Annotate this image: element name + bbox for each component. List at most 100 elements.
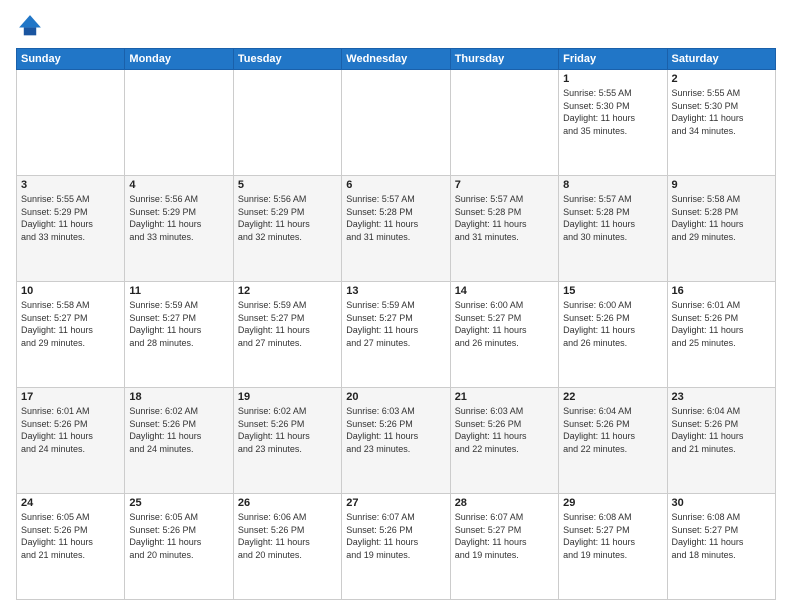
calendar-cell: 3Sunrise: 5:55 AM Sunset: 5:29 PM Daylig… [17, 176, 125, 282]
day-info: Sunrise: 5:55 AM Sunset: 5:30 PM Dayligh… [563, 87, 662, 137]
day-number: 13 [346, 285, 445, 297]
day-info: Sunrise: 5:57 AM Sunset: 5:28 PM Dayligh… [346, 193, 445, 243]
calendar-cell: 12 Sunrise: 5:59 AM Sunset: 5:27 PM Dayli… [233, 282, 341, 388]
day-number: 20 [346, 391, 445, 403]
calendar-cell: 28 Sunrise: 6:07 AM Sunset: 5:27 PM Dayli… [450, 494, 558, 600]
day-number: 19 [238, 391, 337, 403]
calendar-header-row: SundayMondayTuesdayWednesdayThursdayFrid… [17, 49, 776, 70]
calendar-cell: 26 Sunrise: 6:06 AM Sunset: 5:26 PM Dayli… [233, 494, 341, 600]
day-number: 12 [238, 285, 337, 297]
calendar-cell: 14 Sunrise: 6:00 AM Sunset: 5:27 PM Dayli… [450, 282, 558, 388]
weekday-header: Tuesday [233, 49, 341, 70]
day-info: Sunrise: 6:02 AM Sunset: 5:26 PM Dayligh… [129, 405, 228, 455]
calendar-week-row: 17 Sunrise: 6:01 AM Sunset: 5:26 PM Dayli… [17, 388, 776, 494]
calendar-week-row: 3Sunrise: 5:55 AM Sunset: 5:29 PM Daylig… [17, 176, 776, 282]
logo-icon [16, 12, 44, 40]
calendar-cell: 21 Sunrise: 6:03 AM Sunset: 5:26 PM Dayli… [450, 388, 558, 494]
calendar-cell: 20 Sunrise: 6:03 AM Sunset: 5:26 PM Dayli… [342, 388, 450, 494]
day-number: 27 [346, 497, 445, 509]
calendar-table: SundayMondayTuesdayWednesdayThursdayFrid… [16, 48, 776, 600]
calendar-cell: 30 Sunrise: 6:08 AM Sunset: 5:27 PM Dayli… [667, 494, 775, 600]
day-number: 29 [563, 497, 662, 509]
day-info: Sunrise: 5:57 AM Sunset: 5:28 PM Dayligh… [455, 193, 554, 243]
day-number: 9 [672, 179, 771, 191]
day-number: 10 [21, 285, 120, 297]
day-info: Sunrise: 6:00 AM Sunset: 5:27 PM Dayligh… [455, 299, 554, 349]
day-info: Sunrise: 6:03 AM Sunset: 5:26 PM Dayligh… [346, 405, 445, 455]
calendar-cell: 16Sunrise: 6:01 AM Sunset: 5:26 PM Dayli… [667, 282, 775, 388]
day-info: Sunrise: 5:59 AM Sunset: 5:27 PM Dayligh… [129, 299, 228, 349]
calendar-week-row: 10 Sunrise: 5:58 AM Sunset: 5:27 PM Dayli… [17, 282, 776, 388]
day-number: 2 [672, 73, 771, 85]
day-number: 28 [455, 497, 554, 509]
calendar-cell: 24 Sunrise: 6:05 AM Sunset: 5:26 PM Dayli… [17, 494, 125, 600]
day-info: Sunrise: 5:58 AM Sunset: 5:27 PM Dayligh… [21, 299, 120, 349]
day-info: Sunrise: 6:05 AM Sunset: 5:26 PM Dayligh… [21, 511, 120, 561]
calendar-cell: 17 Sunrise: 6:01 AM Sunset: 5:26 PM Dayli… [17, 388, 125, 494]
day-number: 22 [563, 391, 662, 403]
calendar-cell [125, 70, 233, 176]
day-number: 16 [672, 285, 771, 297]
calendar-cell: 5Sunrise: 5:56 AM Sunset: 5:29 PM Daylig… [233, 176, 341, 282]
page: SundayMondayTuesdayWednesdayThursdayFrid… [0, 0, 792, 612]
calendar-cell: 9 Sunrise: 5:58 AM Sunset: 5:28 PM Daylig… [667, 176, 775, 282]
weekday-header: Wednesday [342, 49, 450, 70]
day-number: 30 [672, 497, 771, 509]
weekday-header: Saturday [667, 49, 775, 70]
calendar-cell: 23 Sunrise: 6:04 AM Sunset: 5:26 PM Dayli… [667, 388, 775, 494]
day-info: Sunrise: 5:56 AM Sunset: 5:29 PM Dayligh… [238, 193, 337, 243]
calendar-cell: 27 Sunrise: 6:07 AM Sunset: 5:26 PM Dayli… [342, 494, 450, 600]
day-info: Sunrise: 5:55 AM Sunset: 5:30 PM Dayligh… [672, 87, 771, 137]
day-info: Sunrise: 6:08 AM Sunset: 5:27 PM Dayligh… [672, 511, 771, 561]
day-info: Sunrise: 5:56 AM Sunset: 5:29 PM Dayligh… [129, 193, 228, 243]
calendar-cell: 25 Sunrise: 6:05 AM Sunset: 5:26 PM Dayli… [125, 494, 233, 600]
day-number: 14 [455, 285, 554, 297]
calendar-cell: 1 Sunrise: 5:55 AM Sunset: 5:30 PM Daylig… [559, 70, 667, 176]
day-number: 25 [129, 497, 228, 509]
calendar-cell [450, 70, 558, 176]
day-number: 4 [129, 179, 228, 191]
day-info: Sunrise: 6:05 AM Sunset: 5:26 PM Dayligh… [129, 511, 228, 561]
calendar-cell: 22 Sunrise: 6:04 AM Sunset: 5:26 PM Dayli… [559, 388, 667, 494]
day-number: 21 [455, 391, 554, 403]
day-number: 3 [21, 179, 120, 191]
weekday-header: Monday [125, 49, 233, 70]
calendar-cell: 13 Sunrise: 5:59 AM Sunset: 5:27 PM Dayli… [342, 282, 450, 388]
calendar-cell: 19Sunrise: 6:02 AM Sunset: 5:26 PM Dayli… [233, 388, 341, 494]
day-info: Sunrise: 6:07 AM Sunset: 5:26 PM Dayligh… [346, 511, 445, 561]
weekday-header: Thursday [450, 49, 558, 70]
calendar-cell [233, 70, 341, 176]
day-number: 7 [455, 179, 554, 191]
header [16, 12, 776, 40]
calendar-cell: 7 Sunrise: 5:57 AM Sunset: 5:28 PM Daylig… [450, 176, 558, 282]
day-info: Sunrise: 5:59 AM Sunset: 5:27 PM Dayligh… [238, 299, 337, 349]
day-info: Sunrise: 6:04 AM Sunset: 5:26 PM Dayligh… [563, 405, 662, 455]
day-number: 24 [21, 497, 120, 509]
day-info: Sunrise: 6:04 AM Sunset: 5:26 PM Dayligh… [672, 405, 771, 455]
calendar-cell: 2 Sunrise: 5:55 AM Sunset: 5:30 PM Daylig… [667, 70, 775, 176]
day-info: Sunrise: 6:03 AM Sunset: 5:26 PM Dayligh… [455, 405, 554, 455]
day-info: Sunrise: 6:07 AM Sunset: 5:27 PM Dayligh… [455, 511, 554, 561]
day-info: Sunrise: 6:06 AM Sunset: 5:26 PM Dayligh… [238, 511, 337, 561]
calendar-cell: 29 Sunrise: 6:08 AM Sunset: 5:27 PM Dayli… [559, 494, 667, 600]
calendar-cell: 6Sunrise: 5:57 AM Sunset: 5:28 PM Daylig… [342, 176, 450, 282]
day-info: Sunrise: 6:00 AM Sunset: 5:26 PM Dayligh… [563, 299, 662, 349]
calendar-cell [342, 70, 450, 176]
weekday-header: Sunday [17, 49, 125, 70]
calendar-cell: 8Sunrise: 5:57 AM Sunset: 5:28 PM Daylig… [559, 176, 667, 282]
day-info: Sunrise: 6:08 AM Sunset: 5:27 PM Dayligh… [563, 511, 662, 561]
day-number: 26 [238, 497, 337, 509]
day-info: Sunrise: 6:01 AM Sunset: 5:26 PM Dayligh… [21, 405, 120, 455]
calendar-cell: 10 Sunrise: 5:58 AM Sunset: 5:27 PM Dayli… [17, 282, 125, 388]
day-info: Sunrise: 5:59 AM Sunset: 5:27 PM Dayligh… [346, 299, 445, 349]
day-number: 17 [21, 391, 120, 403]
calendar-cell: 11Sunrise: 5:59 AM Sunset: 5:27 PM Dayli… [125, 282, 233, 388]
calendar-cell: 15 Sunrise: 6:00 AM Sunset: 5:26 PM Dayli… [559, 282, 667, 388]
day-number: 15 [563, 285, 662, 297]
calendar-week-row: 24 Sunrise: 6:05 AM Sunset: 5:26 PM Dayli… [17, 494, 776, 600]
day-info: Sunrise: 5:57 AM Sunset: 5:28 PM Dayligh… [563, 193, 662, 243]
day-number: 23 [672, 391, 771, 403]
day-number: 1 [563, 73, 662, 85]
day-info: Sunrise: 5:58 AM Sunset: 5:28 PM Dayligh… [672, 193, 771, 243]
weekday-header: Friday [559, 49, 667, 70]
